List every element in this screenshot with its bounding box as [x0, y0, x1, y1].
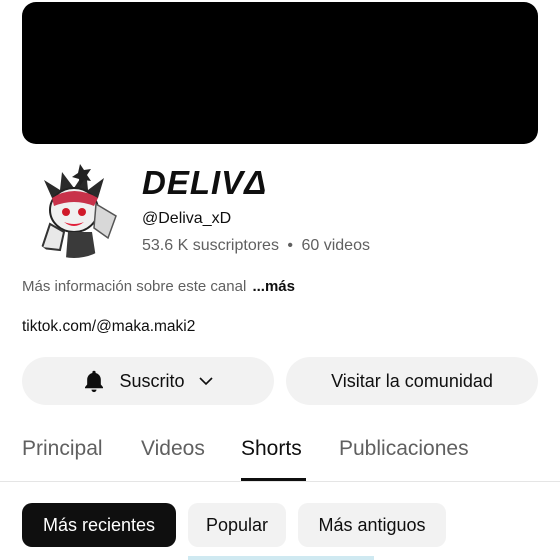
about-text: Más información sobre este canal	[22, 278, 247, 295]
more-link[interactable]: ...más	[252, 278, 295, 295]
tab-principal[interactable]: Principal	[22, 437, 103, 461]
visit-community-button[interactable]: Visitar la comunidad	[286, 357, 538, 405]
channel-banner	[22, 2, 538, 144]
subscribe-label: Suscrito	[119, 370, 185, 391]
stats-separator: •	[287, 237, 294, 254]
channel-handle: @Deliva_xD	[142, 210, 232, 227]
tab-videos[interactable]: Videos	[141, 437, 205, 461]
tabs-divider	[0, 481, 560, 482]
chevron-down-icon	[198, 377, 213, 386]
subscriber-count: 53.6 K suscriptores	[142, 237, 279, 254]
tab-publicaciones[interactable]: Publicaciones	[339, 437, 469, 461]
subscribed-button[interactable]: Suscrito	[22, 357, 274, 405]
tab-shorts[interactable]: Shorts	[241, 437, 302, 461]
channel-description[interactable]: Más información sobre este canal ...más	[22, 278, 295, 295]
filter-chip-oldest[interactable]: Más antiguos	[298, 503, 446, 547]
content-preview-edge	[188, 556, 374, 560]
channel-link[interactable]: tiktok.com/@maka.maki2	[22, 318, 195, 336]
avatar-artwork	[24, 158, 124, 258]
channel-avatar[interactable]	[24, 158, 124, 258]
bell-icon	[85, 370, 104, 393]
channel-tabs: Principal Videos Shorts Publicaciones	[22, 437, 560, 481]
filter-chip-recent[interactable]: Más recientes	[22, 503, 176, 547]
channel-stats: 53.6 K suscriptores • 60 videos	[142, 237, 370, 255]
video-count: 60 videos	[301, 237, 370, 254]
filter-chip-popular[interactable]: Popular	[188, 503, 286, 547]
channel-name: DELIVΔ	[142, 164, 268, 201]
